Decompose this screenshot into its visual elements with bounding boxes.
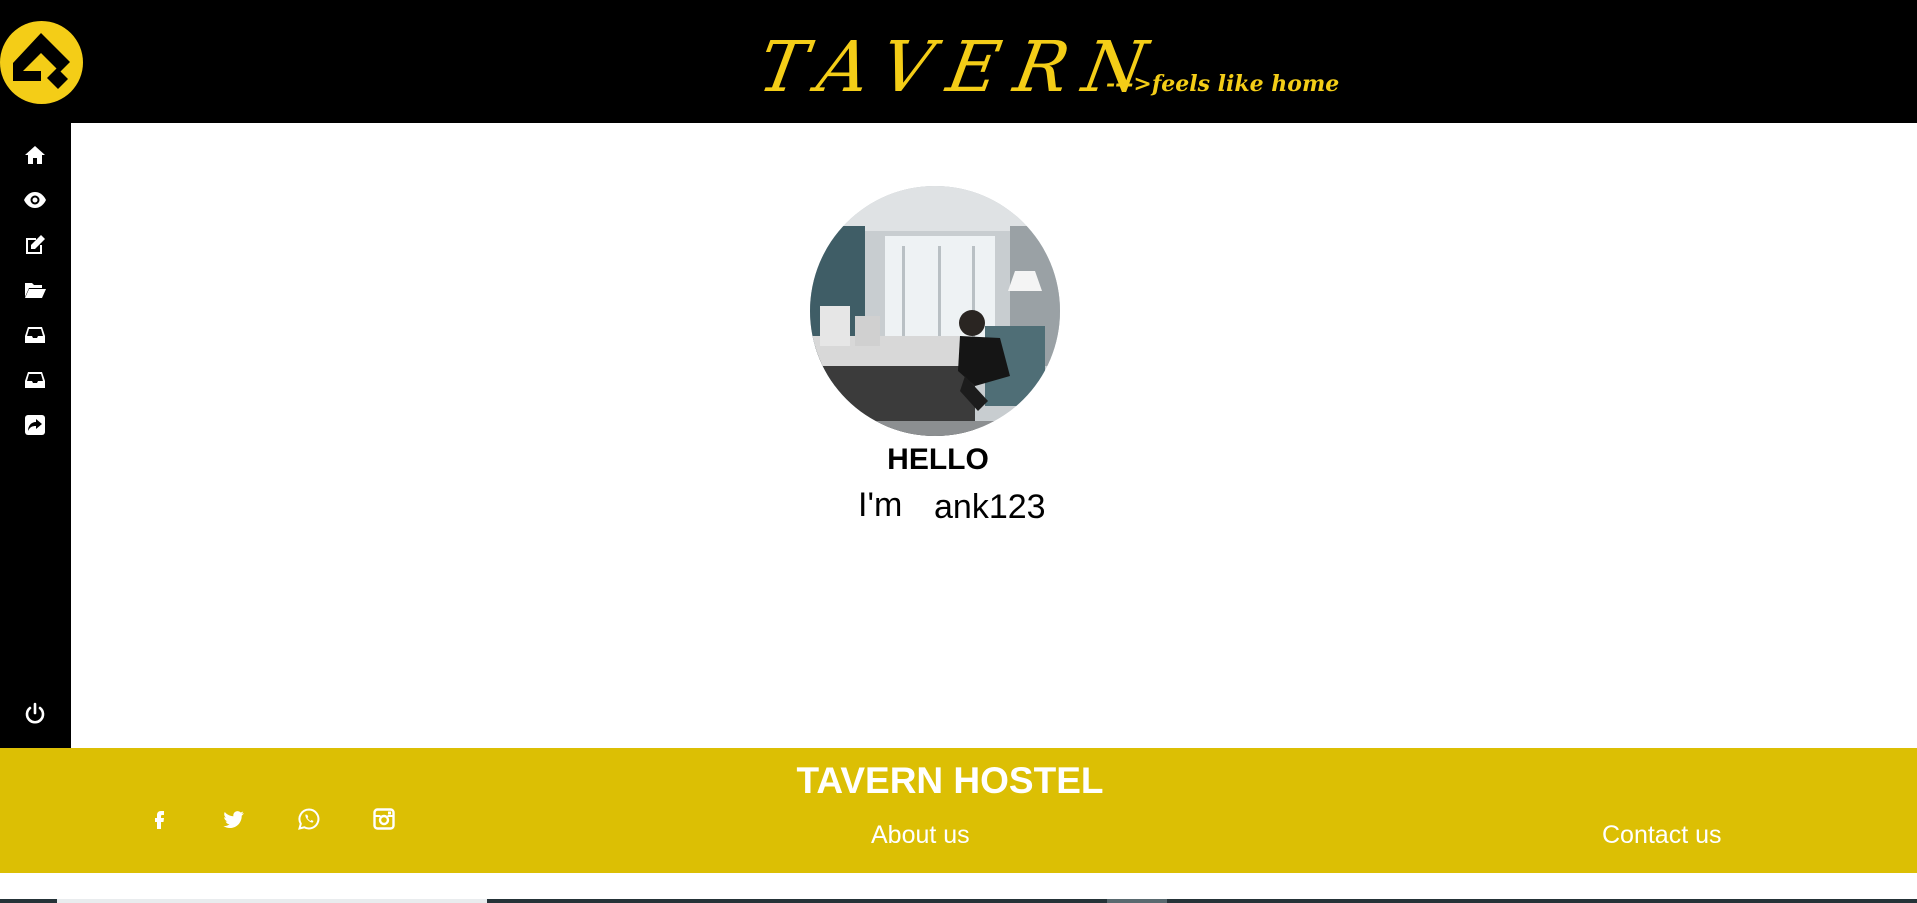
bottom-bar-segment [487, 899, 1107, 903]
profile-photo [810, 186, 1060, 436]
header: TAVERN --->feels like home [0, 0, 1917, 123]
tavern-logo-icon[interactable] [0, 21, 83, 104]
instagram-icon[interactable] [367, 802, 401, 836]
home-icon[interactable] [17, 139, 53, 171]
greeting-heading: HELLO [887, 443, 989, 476]
inbox-icon[interactable] [17, 319, 53, 351]
bottom-bar-segment [57, 899, 487, 903]
username-text: ank123 [934, 488, 1046, 526]
facebook-icon[interactable] [142, 802, 176, 836]
bottom-bar-segment [1167, 899, 1917, 903]
folder-open-icon[interactable] [17, 274, 53, 306]
bottom-bar-segment [1107, 899, 1167, 903]
whatsapp-icon[interactable] [292, 802, 326, 836]
footer-title: TAVERN HOSTEL [796, 760, 1104, 801]
brand-tagline: --->feels like home [1106, 71, 1340, 97]
sidebar [0, 123, 71, 748]
edit-icon[interactable] [17, 229, 53, 261]
bottom-strip [0, 873, 1917, 903]
footer: TAVERN HOSTEL About us Contact us [0, 748, 1917, 873]
contact-us-link[interactable]: Contact us [1602, 818, 1722, 852]
power-icon[interactable] [17, 698, 53, 730]
about-us-link[interactable]: About us [871, 818, 970, 852]
eye-icon[interactable] [17, 184, 53, 216]
brand-title: TAVERN [752, 26, 1169, 108]
bottom-bar-segment [0, 899, 57, 903]
inbox-icon[interactable] [17, 364, 53, 396]
twitter-icon[interactable] [217, 802, 251, 836]
share-icon[interactable] [17, 409, 53, 441]
intro-label: I'm [858, 486, 903, 524]
